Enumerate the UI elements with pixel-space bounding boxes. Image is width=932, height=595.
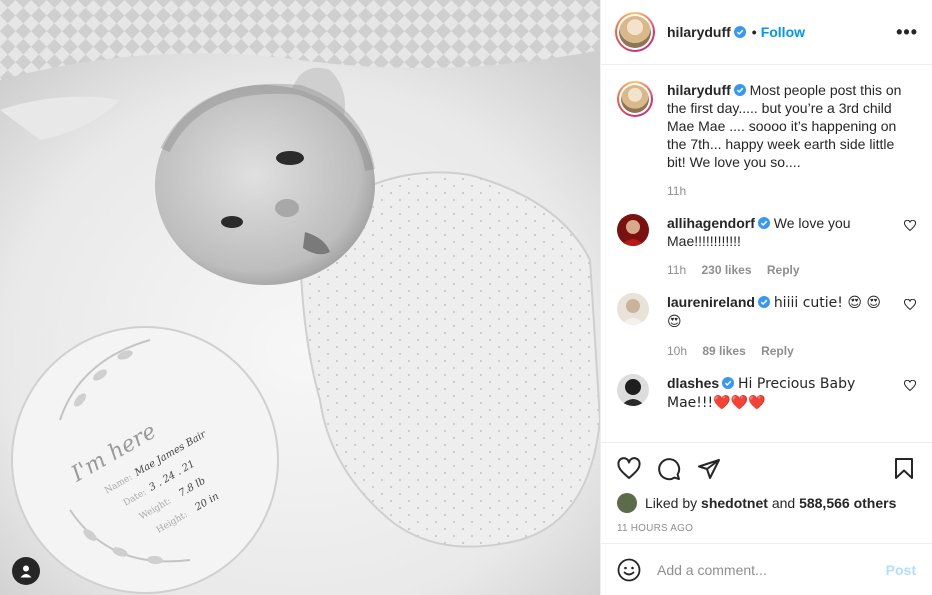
share-icon[interactable] (697, 457, 721, 481)
comment-input[interactable] (657, 561, 886, 578)
smile-icon[interactable] (617, 558, 641, 582)
comment-icon[interactable] (657, 457, 681, 481)
follow-button[interactable]: Follow (761, 24, 805, 40)
comment-like-heart-icon[interactable] (904, 380, 916, 392)
reply-button[interactable]: Reply (761, 344, 794, 358)
comment-item: allihagendorf We love you Mae!!!!!!!!!!!… (617, 214, 916, 277)
comments-list[interactable]: hilaryduff Most people post this on the … (601, 65, 932, 442)
verified-icon (757, 217, 770, 229)
add-comment-bar: Post (601, 543, 932, 595)
post-side-panel: hilaryduff • Follow ••• hilaryduff Most … (600, 0, 932, 595)
comment-time[interactable]: 10h (667, 344, 687, 358)
comment-likes[interactable]: 89 likes (702, 344, 745, 358)
comment-item: laurenireland hiiii cutie! 😍 😍😍 10h 89 l… (617, 293, 916, 358)
post-comment-button[interactable]: Post (886, 562, 916, 578)
commenter-avatar[interactable] (617, 374, 649, 406)
baby-photo-image: I'm here Name: Mae James Bair Date: 3 . … (0, 0, 600, 595)
user-tag-button[interactable] (12, 557, 40, 585)
post-header: hilaryduff • Follow ••• (601, 0, 932, 65)
author-avatar[interactable] (615, 12, 655, 52)
comment-time[interactable]: 11h (667, 263, 686, 277)
liked-by-prefix: Liked by (645, 495, 698, 511)
comment-item: dlashes Hi Precious Baby Mae!!!❤️❤️❤️ (617, 374, 916, 412)
verified-icon (733, 26, 746, 38)
verified-icon (722, 377, 735, 389)
post-photo[interactable]: I'm here Name: Mae James Bair Date: 3 . … (0, 0, 600, 595)
commenter-username[interactable]: dlashes (667, 375, 719, 391)
verified-icon (733, 84, 746, 96)
commenter-username[interactable]: laurenireland (667, 294, 755, 310)
post-actions: Liked by shedotnet and 588,566 others 11… (601, 442, 932, 543)
post-timestamp[interactable]: 11 HOURS AGO (617, 523, 916, 534)
verified-icon (757, 296, 770, 308)
reply-button[interactable]: Reply (767, 263, 800, 277)
action-icons-row (617, 453, 916, 485)
author-username[interactable]: hilaryduff (667, 24, 731, 40)
post-caption: hilaryduff Most people post this on the … (617, 81, 916, 198)
commenter-username[interactable]: allihagendorf (667, 215, 755, 231)
likes-count[interactable]: 588,566 others (799, 495, 896, 511)
instagram-post-view: I'm here Name: Mae James Bair Date: 3 . … (0, 0, 932, 595)
commenter-avatar[interactable] (617, 214, 649, 246)
comment-like-heart-icon[interactable] (904, 299, 916, 311)
caption-avatar[interactable] (617, 81, 653, 117)
more-icon[interactable]: ••• (896, 23, 918, 41)
header-separator: • (751, 24, 757, 40)
comment-likes[interactable]: 230 likes (701, 263, 751, 277)
liked-by-user[interactable]: shedotnet (701, 495, 768, 511)
liker-avatar[interactable] (617, 493, 637, 513)
save-icon[interactable] (892, 457, 916, 481)
liked-by-and: and (771, 495, 796, 511)
likes-summary: Liked by shedotnet and 588,566 others (617, 493, 916, 513)
caption-time[interactable]: 11h (667, 184, 686, 198)
user-tag-icon (20, 565, 32, 578)
caption-username[interactable]: hilaryduff (667, 82, 731, 98)
heart-icon[interactable] (617, 457, 641, 481)
commenter-avatar[interactable] (617, 293, 649, 325)
comment-like-heart-icon[interactable] (904, 220, 916, 232)
